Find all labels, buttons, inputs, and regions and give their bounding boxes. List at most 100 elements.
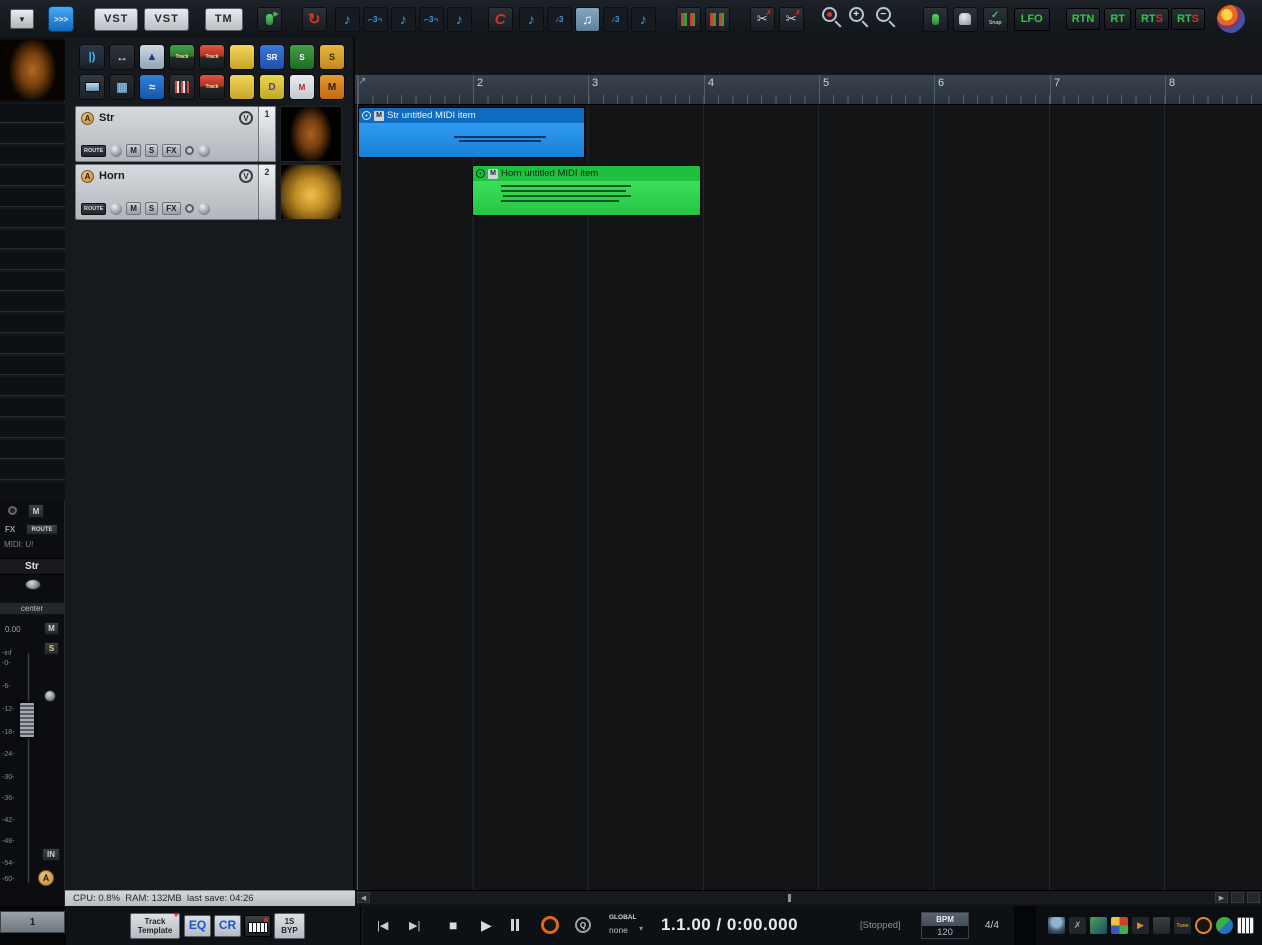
- note-triplet-icon-2[interactable]: ⌐3¬: [418, 6, 444, 32]
- quantize-note-icon-selected[interactable]: ♫: [574, 6, 600, 32]
- mute-icon[interactable]: M: [319, 74, 345, 100]
- master-s-button[interactable]: S: [44, 642, 59, 655]
- quantize-triplet-icon-2[interactable]: ♪3: [602, 6, 628, 32]
- track-v-badge[interactable]: V: [239, 169, 253, 183]
- go-to-start-button[interactable]: |◀: [377, 919, 388, 932]
- go-to-end-button[interactable]: ▶|: [409, 919, 420, 932]
- bpm-box[interactable]: BPM 120: [921, 912, 969, 939]
- virtual-midi-keyboard-button[interactable]: [244, 915, 271, 937]
- track-name[interactable]: Str: [99, 112, 234, 124]
- rtn-button[interactable]: RTN: [1065, 8, 1101, 30]
- time-signature[interactable]: 4/4: [985, 920, 999, 931]
- midi-item-titlebar[interactable]: M Str untitled MIDI item: [359, 108, 584, 123]
- hide-track-red-icon-2[interactable]: Track: [199, 74, 225, 100]
- loop-source-icon[interactable]: ↻: [301, 6, 327, 32]
- volume-knob[interactable]: [197, 202, 210, 215]
- timeline-ruler[interactable]: ↗ 2 3 4 5 6 7 8: [355, 75, 1262, 105]
- mute-button[interactable]: M: [126, 144, 141, 157]
- stop-button[interactable]: ■: [449, 917, 457, 933]
- global-automation-label[interactable]: GLOBAL: [609, 914, 636, 921]
- media-explorer-icon[interactable]: [1090, 917, 1107, 934]
- track-a-badge[interactable]: A: [81, 111, 94, 125]
- note-straight-icon-1[interactable]: ♪: [334, 6, 360, 32]
- master-midi-input-label[interactable]: MIDI: U!: [4, 540, 33, 549]
- collapsed-track-list[interactable]: [0, 102, 65, 500]
- master-fx-button[interactable]: FX: [5, 525, 15, 534]
- global-automation-value[interactable]: none: [609, 925, 628, 935]
- scroll-person-icon[interactable]: [922, 6, 948, 32]
- time-display[interactable]: 1.1.00 / 0:00.000: [661, 915, 798, 935]
- virtual-keyboard-icon[interactable]: [1237, 917, 1254, 934]
- pause-button[interactable]: [511, 919, 519, 931]
- midi-item-horn[interactable]: M Horn untitled MIDI item: [472, 165, 701, 216]
- snap-toggle-icon[interactable]: ✓ Snap: [982, 6, 1008, 32]
- render-icon[interactable]: ▶: [1132, 917, 1149, 934]
- grid-icon[interactable]: ▦: [109, 74, 135, 100]
- mute-clear-icon[interactable]: M: [289, 74, 315, 100]
- global-automation-caret-icon[interactable]: ▾: [639, 924, 643, 933]
- docker-tab-1[interactable]: 1: [0, 911, 65, 933]
- repeat-q-button[interactable]: Q: [575, 917, 591, 933]
- arrange-grid[interactable]: [355, 105, 1262, 890]
- folder-icon-2[interactable]: [229, 74, 255, 100]
- folder-icon[interactable]: [229, 44, 255, 70]
- note-straight-icon-2[interactable]: ♪: [390, 6, 416, 32]
- analyze-icon[interactable]: ▲: [139, 44, 165, 70]
- route-button[interactable]: ROUTE: [81, 144, 107, 157]
- grouping-icon[interactable]: |): [79, 44, 105, 70]
- zoom-in-icon[interactable]: +: [848, 6, 872, 30]
- rts-button-2[interactable]: RT S: [1171, 8, 1206, 30]
- fx-button[interactable]: FX: [162, 202, 181, 215]
- metronome-icon[interactable]: [1195, 917, 1212, 934]
- track-meter-play-icon[interactable]: [704, 6, 730, 32]
- track-v-badge[interactable]: V: [239, 111, 253, 125]
- toolbar-dropdown-button[interactable]: ▼: [10, 9, 34, 29]
- solo-button[interactable]: S: [144, 202, 159, 215]
- show-track-green-icon[interactable]: Track: [169, 44, 195, 70]
- master-a-badge[interactable]: A: [38, 870, 54, 886]
- mixer-bars-icon[interactable]: [169, 74, 195, 100]
- wave-icon[interactable]: ≈: [139, 74, 165, 100]
- float-toolbar-icon[interactable]: >>>: [48, 6, 74, 32]
- midi-item-body[interactable]: [359, 123, 584, 157]
- track-manager-button[interactable]: TM: [204, 7, 243, 31]
- scroll-left-icon[interactable]: ◀: [357, 892, 370, 903]
- solo-clear-icon[interactable]: S: [289, 44, 315, 70]
- cr-button[interactable]: CR: [214, 915, 241, 937]
- bpm-value[interactable]: 120: [922, 926, 968, 938]
- note-triplet-icon-1[interactable]: ⌐3¬: [362, 6, 388, 32]
- close-item-icon[interactable]: ✗: [1069, 917, 1086, 934]
- solo-icon[interactable]: S: [319, 44, 345, 70]
- cut-icon-2[interactable]: ✂ ✗: [778, 6, 804, 32]
- vst-button-1[interactable]: VST: [94, 7, 139, 31]
- midi-item-titlebar[interactable]: M Horn untitled MIDI item: [473, 166, 700, 181]
- track-a-badge[interactable]: A: [81, 169, 94, 183]
- zoom-out-icon[interactable]: −: [875, 6, 899, 30]
- master-pan-knob[interactable]: [25, 579, 41, 590]
- track-row-horn[interactable]: A Horn V ROUTE M S FX 2: [75, 164, 351, 220]
- track-name[interactable]: Horn: [99, 170, 234, 182]
- master-route-button[interactable]: ROUTE: [26, 524, 58, 535]
- track-row-str[interactable]: A Str V ROUTE M S FX 1: [75, 106, 351, 162]
- master-pan-value[interactable]: center: [0, 602, 64, 615]
- tuner-icon[interactable]: Tune: [1174, 917, 1191, 934]
- monitor-icon[interactable]: [79, 74, 105, 100]
- master-power-icon[interactable]: [8, 506, 17, 515]
- note-straight-icon-3[interactable]: ♪: [446, 6, 472, 32]
- record-button[interactable]: [541, 916, 559, 934]
- rt-button[interactable]: RT: [1104, 8, 1131, 30]
- theme-icon[interactable]: [1111, 917, 1128, 934]
- mute-button[interactable]: M: [126, 202, 141, 215]
- fx-button[interactable]: FX: [162, 144, 181, 157]
- track-meter-icon[interactable]: [675, 6, 701, 32]
- mic-icon[interactable]: [1048, 917, 1065, 934]
- hide-track-red-icon[interactable]: Track: [199, 44, 225, 70]
- lfo-button[interactable]: LFO: [1013, 7, 1050, 31]
- quantize-note-icon-2[interactable]: ♪: [630, 6, 656, 32]
- rts-button-1[interactable]: RT S: [1134, 8, 1169, 30]
- master-track-name[interactable]: Str: [0, 558, 64, 575]
- track-number[interactable]: 2: [259, 164, 276, 220]
- hand-scroll-icon[interactable]: [952, 6, 978, 32]
- spread-items-icon[interactable]: ↔: [109, 44, 135, 70]
- item-properties-icon[interactable]: [1153, 917, 1170, 934]
